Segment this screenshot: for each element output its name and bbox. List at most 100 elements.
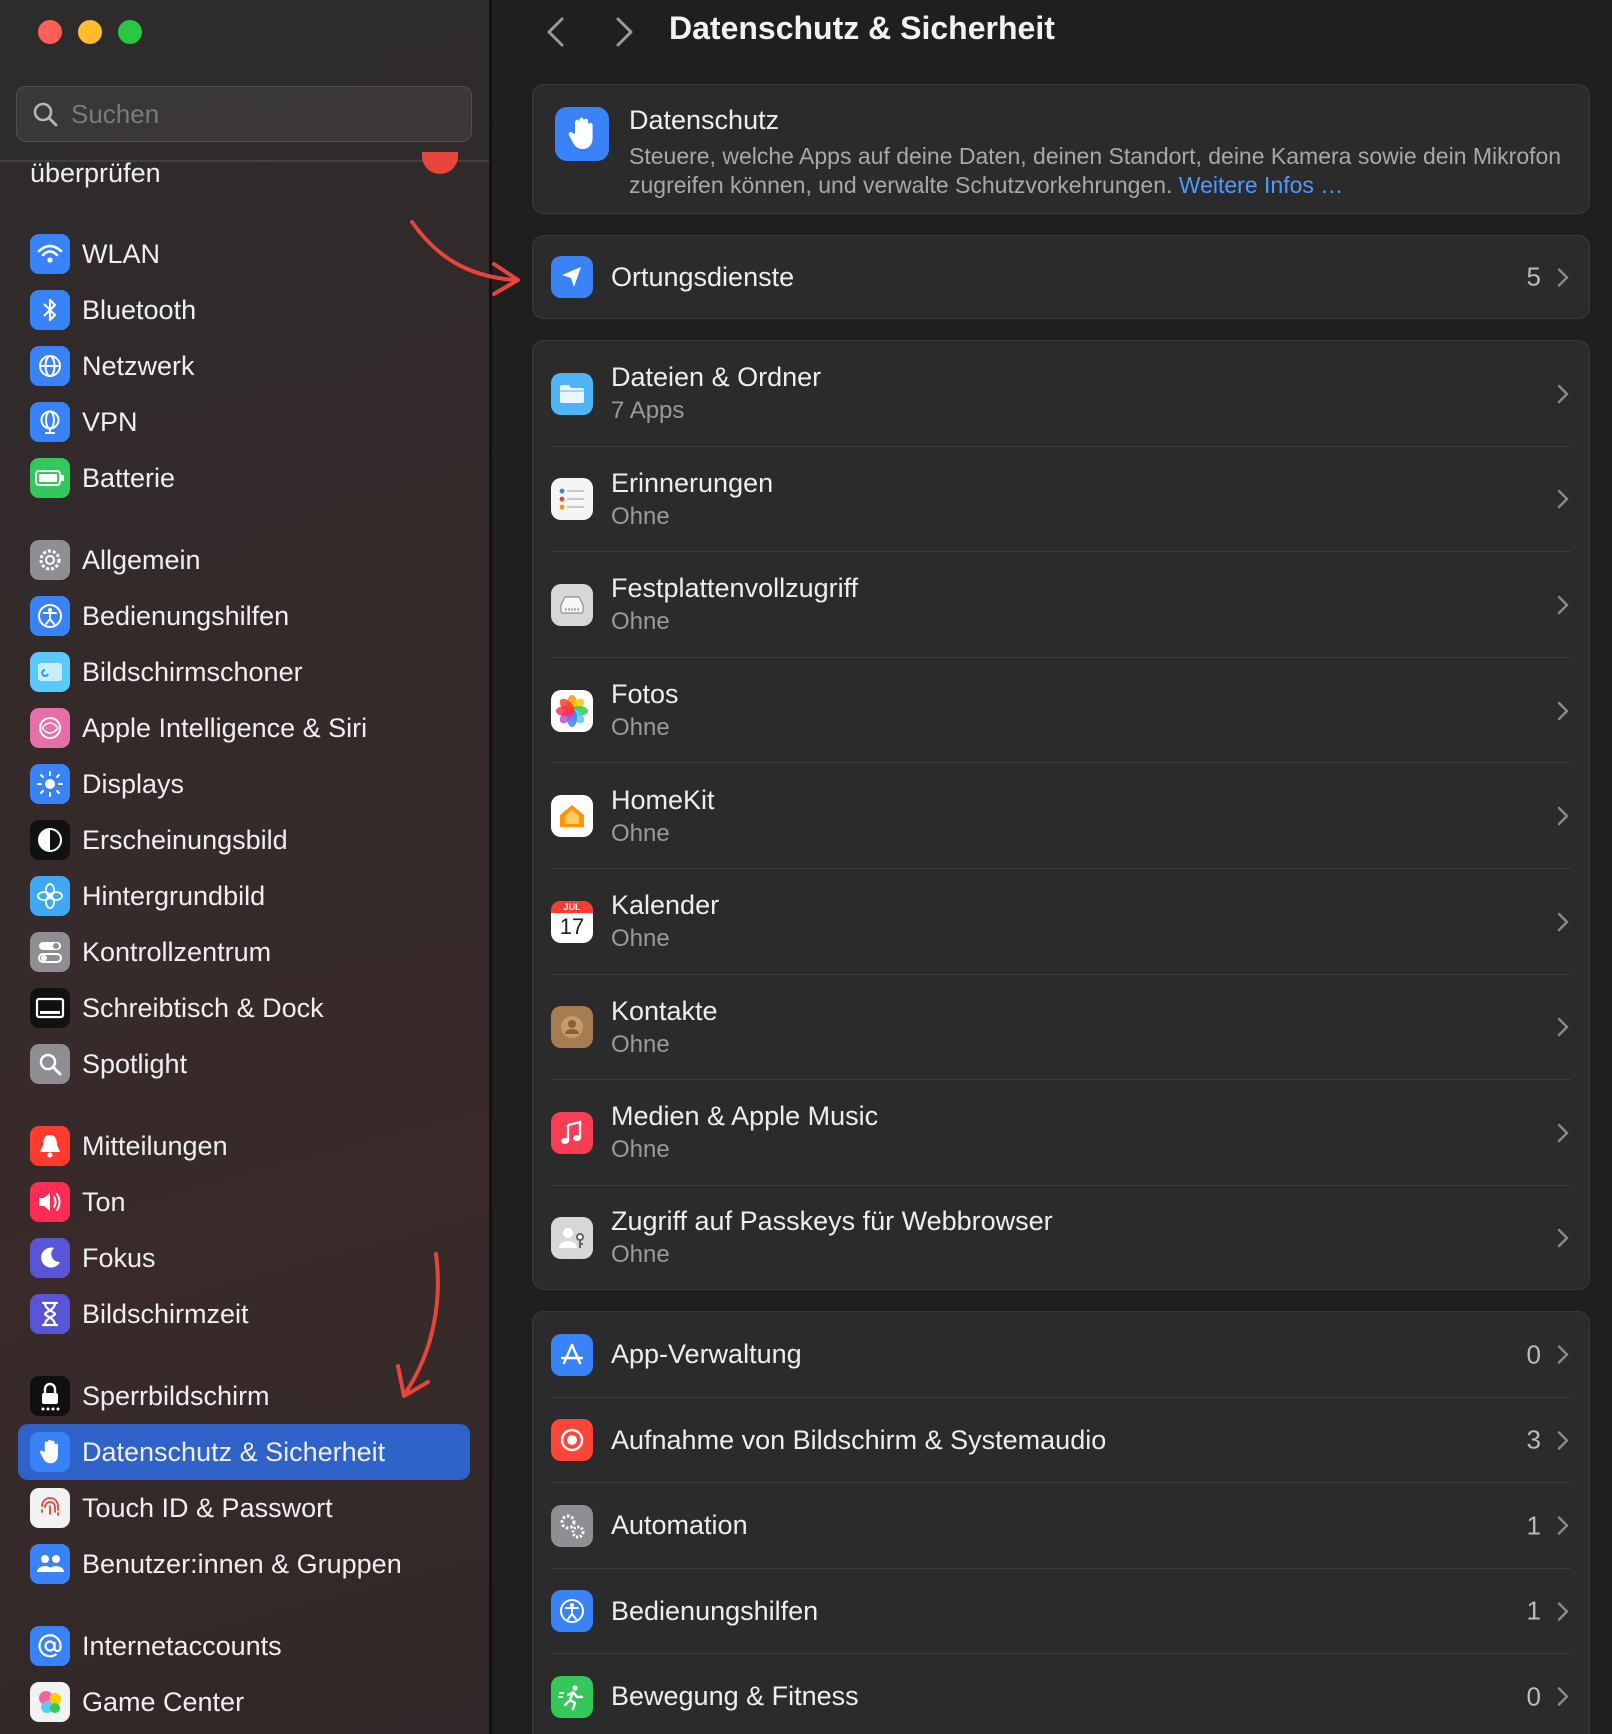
contacts-icon <box>551 1006 593 1049</box>
sidebar-item-bildschirmschoner[interactable]: Bildschirmschoner <box>18 644 470 700</box>
sidebar-item-game-center[interactable]: Game Center <box>18 1674 470 1730</box>
sidebar-item-label: Bildschirmzeit <box>82 1298 249 1329</box>
chevron-right-icon <box>1557 701 1569 720</box>
search-field[interactable] <box>16 86 472 142</box>
privacy-row[interactable]: JUL 17 Kalender Ohne <box>533 869 1589 975</box>
hand-icon <box>555 107 609 161</box>
record-icon <box>551 1419 593 1462</box>
privacy-row[interactable]: Automation 1 <box>533 1483 1589 1569</box>
row-label: Festplattenvollzugriff <box>611 573 859 604</box>
home-icon <box>551 795 593 838</box>
row-sublabel: Ohne <box>611 714 670 742</box>
row-label: HomeKit <box>611 784 715 815</box>
privacy-description: Steuere, welche Apps auf deine Daten, de… <box>629 142 1569 200</box>
sidebar-item-label: Batterie <box>82 462 176 493</box>
row-label: Zugriff auf Passkeys für Webbrowser <box>611 1206 1053 1237</box>
minimize-window-button[interactable] <box>78 20 102 44</box>
sidebar-item-allgemein[interactable]: Allgemein <box>18 532 470 588</box>
privacy-row[interactable]: Festplattenvollzugriff Ohne <box>533 552 1589 658</box>
privacy-row[interactable]: Zugriff auf Passkeys für Webbrowser Ohne <box>533 1186 1589 1290</box>
sidebar-item-bedienungshilfen[interactable]: Bedienungshilfen <box>18 588 470 644</box>
close-window-button[interactable] <box>38 20 62 44</box>
chevron-right-icon <box>1557 267 1569 287</box>
sidebar-item-ton[interactable]: Ton <box>18 1174 470 1230</box>
row-count: 1 <box>1526 1510 1541 1541</box>
moon-icon <box>30 1238 70 1278</box>
sidebar-item-vpn[interactable]: VPN <box>18 394 470 450</box>
sidebar-item-label: Bluetooth <box>82 294 197 325</box>
sidebar-item-spotlight[interactable]: Spotlight <box>18 1036 470 1092</box>
folder-icon <box>551 372 593 415</box>
bluetooth-icon <box>30 290 70 330</box>
search-input[interactable] <box>71 98 451 130</box>
zoom-window-button[interactable] <box>118 20 142 44</box>
calendar-month: JUL <box>551 900 593 913</box>
fingerprint-icon <box>30 1488 70 1528</box>
sidebar-item-hintergrundbild[interactable]: Hintergrundbild <box>18 868 470 924</box>
row-label: Kontakte <box>611 995 718 1026</box>
gamecenter-icon <box>30 1682 70 1722</box>
sidebar-item-label: Erscheinungsbild <box>82 824 288 855</box>
privacy-title: Datenschutz <box>629 105 780 135</box>
sidebar-item-schreibtisch-dock[interactable]: Schreibtisch & Dock <box>18 980 470 1036</box>
lock-icon <box>30 1376 70 1416</box>
at-icon <box>30 1626 70 1666</box>
sidebar-item-partial[interactable]: überprüfen <box>30 158 161 189</box>
sidebar-item-apple-intelligence-siri[interactable]: Apple Intelligence & Siri <box>18 700 470 756</box>
privacy-row[interactable]: Aufnahme von Bildschirm & Systemaudio 3 <box>533 1398 1589 1483</box>
sidebar-item-benutzer-innen-gruppen[interactable]: Benutzer:innen & Gruppen <box>18 1536 470 1592</box>
sidebar-item-kontrollzentrum[interactable]: Kontrollzentrum <box>18 924 470 980</box>
privacy-row[interactable]: Dateien & Ordner 7 Apps <box>533 341 1589 447</box>
sidebar-item-datenschutz-sicherheit[interactable]: Datenschutz & Sicherheit <box>18 1424 470 1480</box>
privacy-row[interactable]: HomeKit Ohne <box>533 763 1589 869</box>
sidebar-item-displays[interactable]: Displays <box>18 756 470 812</box>
privacy-row[interactable]: App-Verwaltung 0 <box>533 1312 1589 1398</box>
forward-button[interactable] <box>605 12 645 52</box>
sun-icon <box>30 764 70 804</box>
sidebar-item-label: Ton <box>82 1186 126 1217</box>
sidebar-item-touch-id-passwort[interactable]: Touch ID & Passwort <box>18 1480 470 1536</box>
privacy-row[interactable]: Medien & Apple Music Ohne <box>533 1080 1589 1186</box>
fitness-icon <box>551 1675 593 1718</box>
sidebar-item-label: Displays <box>82 768 185 799</box>
sidebar-item-label: Fokus <box>82 1242 156 1273</box>
chevron-right-icon <box>1557 384 1569 403</box>
privacy-description-text: Steuere, welche Apps auf deine Daten, de… <box>629 143 1562 198</box>
learn-more-link[interactable]: Weitere Infos … <box>1179 172 1343 198</box>
privacy-row[interactable]: Kontakte Ohne <box>533 975 1589 1081</box>
chevron-right-icon <box>1557 1123 1569 1143</box>
privacy-row[interactable]: Erinnerungen Ohne <box>533 447 1589 553</box>
privacy-row[interactable]: Fotos Ohne <box>533 658 1589 764</box>
row-label: Erinnerungen <box>611 467 774 498</box>
page-title: Datenschutz & Sicherheit <box>669 10 1055 46</box>
sidebar-item-wlan[interactable]: WLAN <box>18 226 470 282</box>
row-sublabel: Ohne <box>611 1030 670 1058</box>
photos-icon <box>551 689 593 732</box>
sidebar-item-label: Schreibtisch & Dock <box>82 992 324 1023</box>
chevron-right-icon <box>1557 806 1569 826</box>
privacy-row[interactable]: Bewegung & Fitness 0 <box>533 1654 1589 1734</box>
sidebar-item-bluetooth[interactable]: Bluetooth <box>18 282 470 338</box>
sidebar-item-mitteilungen[interactable]: Mitteilungen <box>18 1118 470 1174</box>
disk-icon <box>551 583 593 626</box>
chevron-right-icon <box>1557 595 1569 615</box>
sidebar-item-netzwerk[interactable]: Netzwerk <box>18 338 470 394</box>
sidebar-item-erscheinungsbild[interactable]: Erscheinungsbild <box>18 812 470 868</box>
system-access-card: App-Verwaltung 0 Aufnahme von Bildschirm &… <box>532 1311 1590 1734</box>
sidebar-item-label: Apple Intelligence & Siri <box>82 712 368 743</box>
annotation-arrow-right <box>410 220 520 296</box>
location-services-row[interactable]: Ortungsdienste 5 <box>533 236 1589 318</box>
privacy-row[interactable]: Bedienungshilfen 1 <box>533 1569 1589 1654</box>
chevron-right-icon <box>1557 490 1569 509</box>
row-label: Bedienungshilfen <box>611 1595 819 1626</box>
back-button[interactable] <box>535 12 575 52</box>
row-count: 0 <box>1526 1681 1541 1712</box>
sidebar-item-internetaccounts[interactable]: Internetaccounts <box>18 1618 470 1674</box>
sidebar-item-batterie[interactable]: Batterie <box>18 450 470 506</box>
hourglass-icon <box>30 1294 70 1334</box>
calendar-icon: JUL 17 <box>551 900 593 943</box>
chevron-right-icon <box>1557 1687 1569 1706</box>
chevron-left-icon <box>547 17 564 47</box>
row-label: App-Verwaltung <box>611 1339 802 1370</box>
